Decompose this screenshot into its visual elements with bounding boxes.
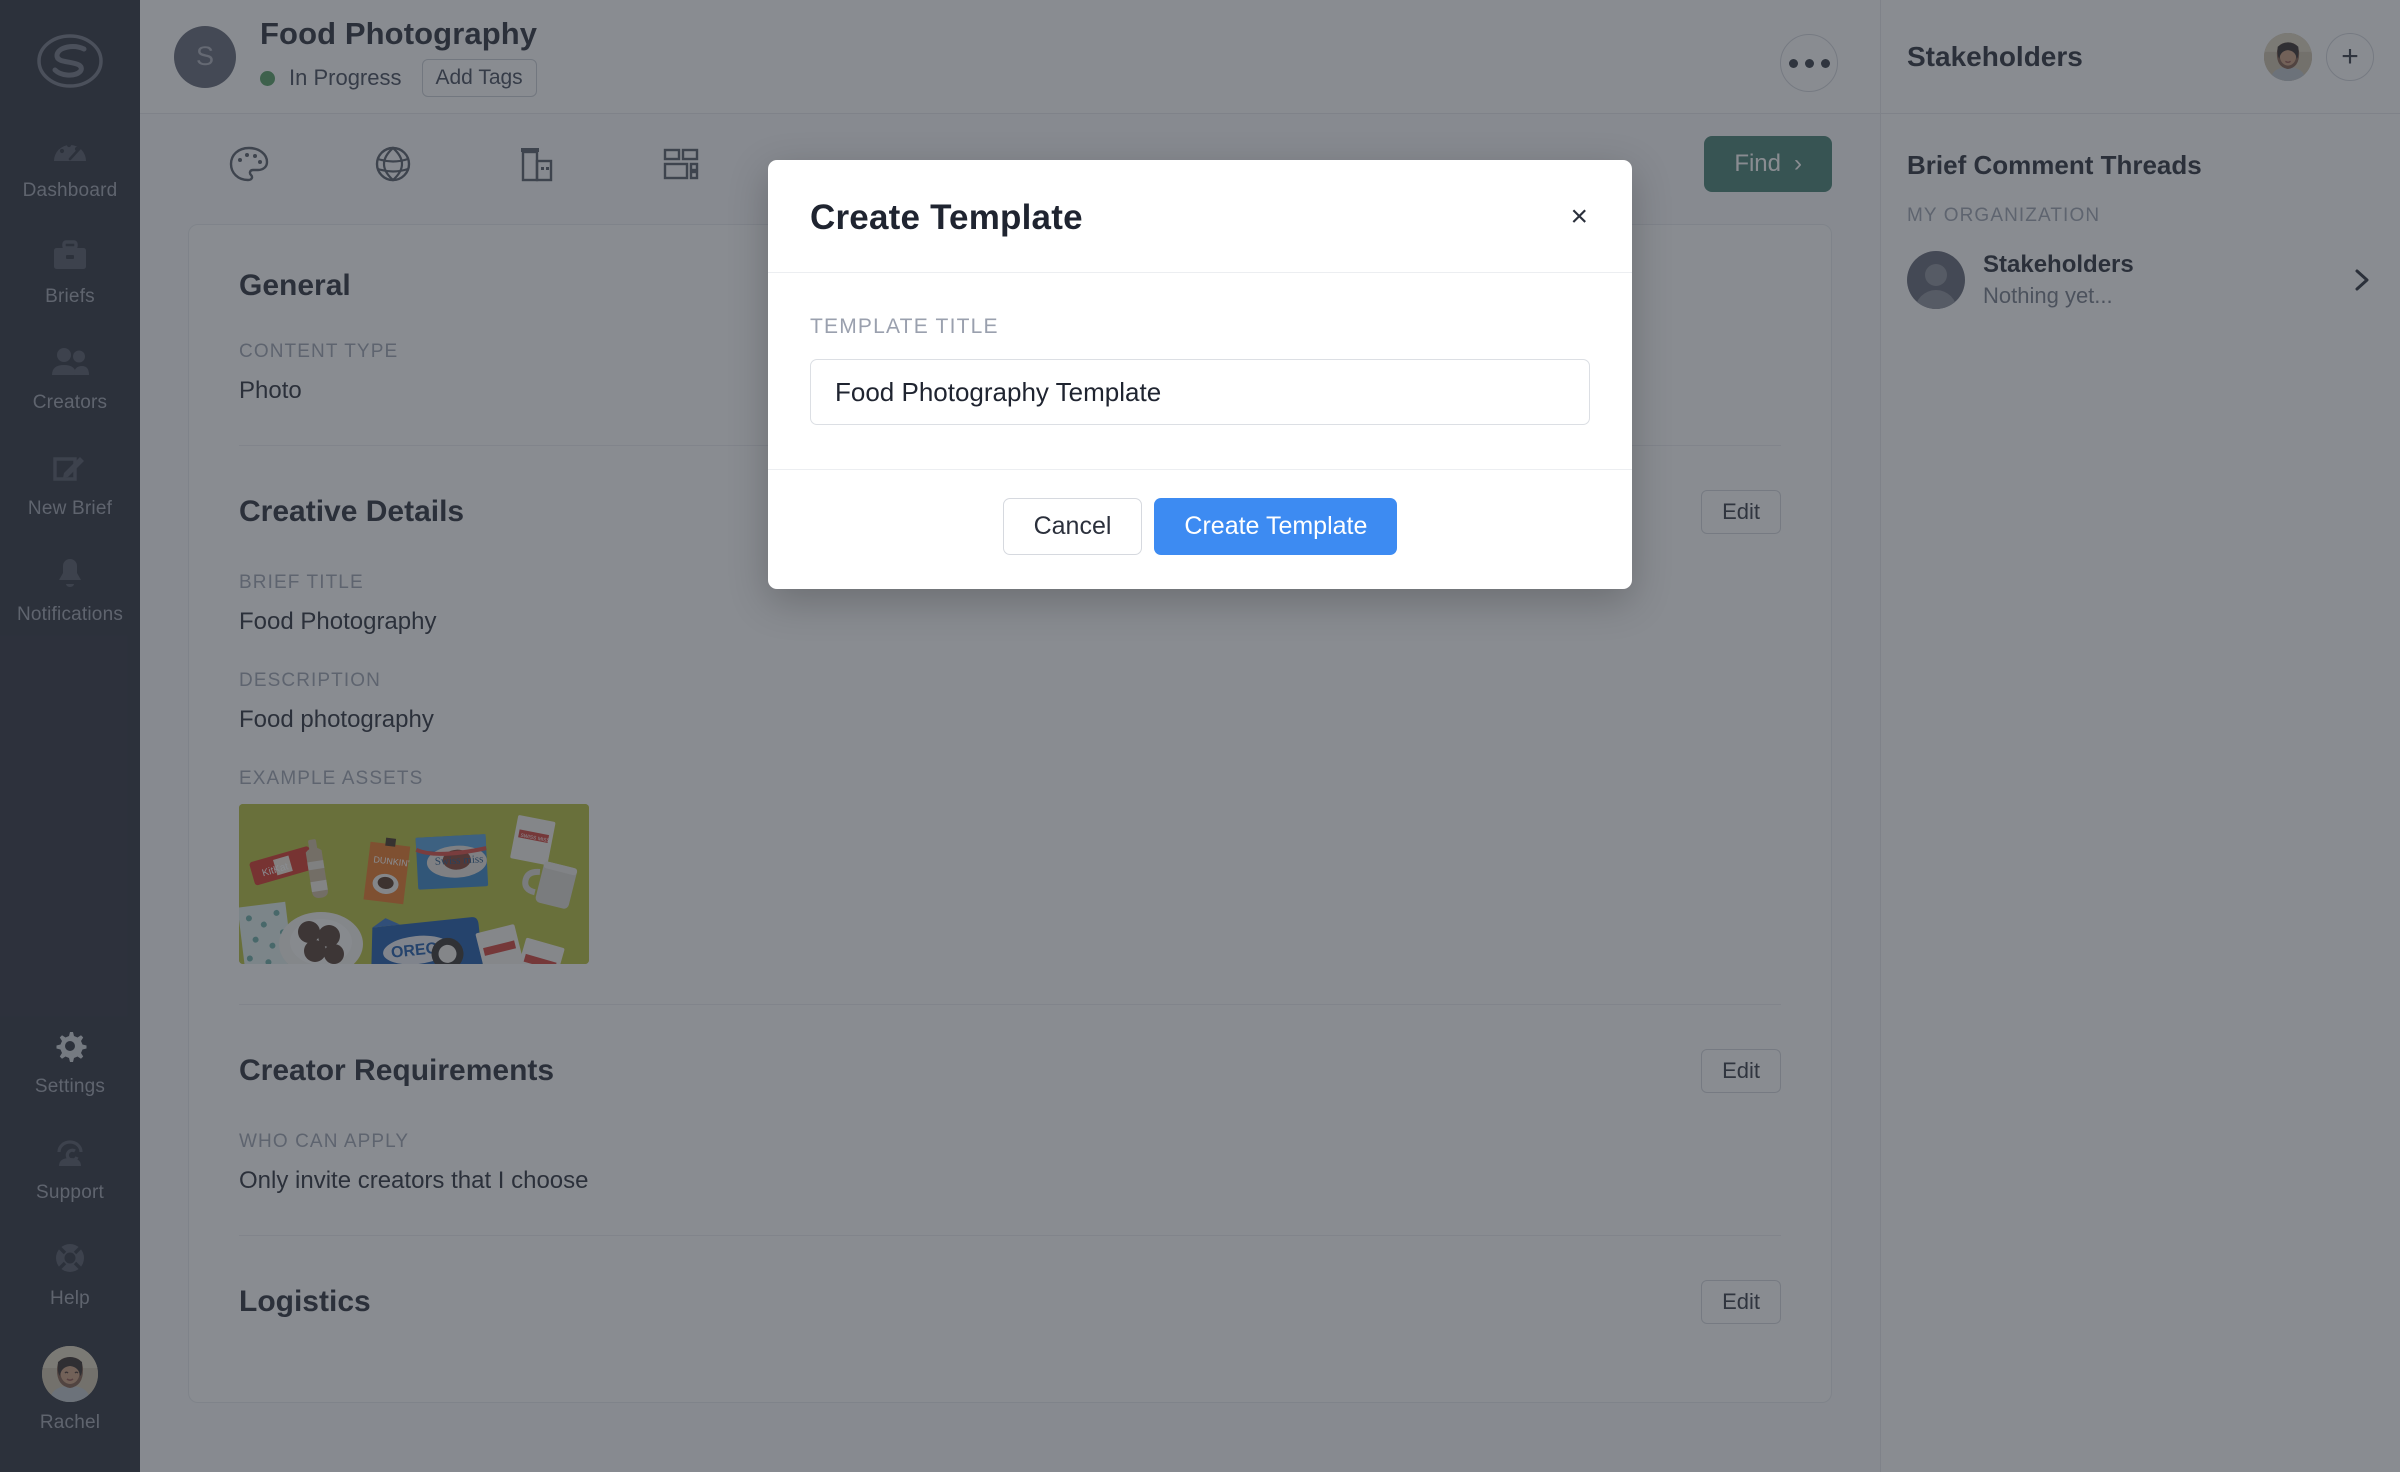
modal-body: TEMPLATE TITLE [768,273,1632,470]
close-icon[interactable]: × [1568,198,1590,236]
modal-title: Create Template [810,198,1083,237]
template-title-input[interactable] [810,359,1590,425]
create-template-button[interactable]: Create Template [1154,498,1398,555]
template-title-label: TEMPLATE TITLE [810,315,999,338]
modal-footer: Cancel Create Template [768,470,1632,589]
create-template-modal: Create Template × TEMPLATE TITLE Cancel … [768,160,1632,589]
cancel-button[interactable]: Cancel [1002,498,1143,555]
modal-header: Create Template × [768,160,1632,273]
app-root: Dashboard Briefs [0,0,2400,1472]
